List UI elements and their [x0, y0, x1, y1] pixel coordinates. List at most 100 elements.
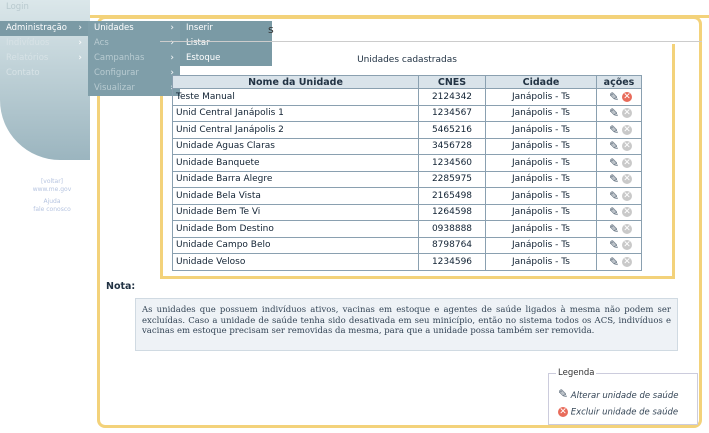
table-cell: Janápolis - Ts: [485, 203, 597, 221]
table-cell: ✎ ✕: [596, 170, 642, 188]
table-row: Unidade Bom Destino 0938888 Janápolis - Ts…: [172, 220, 642, 238]
table-cell: Unid Central Janápolis 1: [172, 104, 419, 122]
table-cell: ✎ ✕: [596, 104, 642, 122]
table-cell: Janápolis - Ts: [485, 187, 597, 205]
column-header: Nome da Unidade: [172, 75, 419, 89]
table-cell: ✎ ✕: [596, 236, 642, 254]
table-body: Teste Manual 2124342 Janápolis - Ts ✎ ✕ Unid …: [172, 88, 642, 271]
edit-icon[interactable]: ✎: [608, 223, 620, 235]
table-cell: Unidade Aguas Claras: [172, 137, 419, 155]
legend-delete-label: Excluir unidade de saúde: [570, 407, 679, 418]
submenu-item-campanhas[interactable]: Campanhas ›: [88, 51, 180, 66]
table-row: Unidade Veloso 1234596 Janápolis - Ts ✎ ✕: [172, 253, 642, 271]
table-cell: 8798764: [418, 236, 486, 254]
table-cell: Janápolis - Ts: [485, 137, 597, 155]
table-cell: Janápolis - Ts: [485, 236, 597, 254]
submenu-administracao: Unidades › Acs › Campanhas › Configurar › Vi…: [88, 21, 180, 96]
legend-edit: ✎ Alterar unidade de saúde: [558, 388, 678, 401]
menu-item-relatorios[interactable]: Relatórios ›: [0, 51, 88, 66]
edit-icon[interactable]: ✎: [608, 256, 620, 268]
page-title: s: [268, 23, 274, 36]
table-cell: Janápolis - Ts: [485, 121, 597, 139]
edit-icon[interactable]: ✎: [608, 173, 620, 185]
delete-disabled-icon: ✕: [622, 157, 632, 168]
menu-item-label: Inserir: [186, 23, 213, 33]
table-cell: 0938888: [418, 220, 486, 238]
table-row: Unidade Campo Belo 8798764 Janápolis - Ts ✎…: [172, 236, 642, 254]
delete-disabled-icon: ✕: [622, 256, 632, 267]
table-cell: 1234567: [418, 104, 486, 122]
edit-icon[interactable]: ✎: [608, 140, 620, 152]
table-cell: Janápolis - Ts: [485, 253, 597, 271]
edit-icon[interactable]: ✎: [608, 91, 620, 103]
delete-disabled-icon: ✕: [622, 190, 632, 201]
chevron-right-icon: ›: [170, 38, 174, 48]
menu-item-label: Visualizar: [94, 83, 135, 93]
submenu-item-acs[interactable]: Acs ›: [88, 36, 180, 51]
edit-icon[interactable]: ✎: [608, 206, 620, 218]
sidebar-link[interactable]: [voltar]: [22, 178, 82, 186]
submenu-item-inserir[interactable]: Inserir: [180, 21, 272, 36]
sidebar-link[interactable]: www.me.gov: [22, 186, 82, 194]
edit-icon[interactable]: ✎: [608, 190, 620, 202]
table-cell: Janápolis - Ts: [485, 88, 597, 106]
table-cell: Unidade Bela Vista: [172, 187, 419, 205]
menu-item-login[interactable]: Login: [0, 0, 88, 15]
table-cell: 2285975: [418, 170, 486, 188]
note-label: Nota:: [106, 281, 136, 292]
menu-item-contato[interactable]: Contato: [0, 66, 88, 81]
edit-icon[interactable]: ✎: [608, 107, 620, 119]
column-header: ações: [596, 75, 642, 89]
table-row: Unidade Barra Alegre 2285975 Janápolis - T…: [172, 170, 642, 188]
table-cell: 1234596: [418, 253, 486, 271]
submenu-item-visualizar[interactable]: Visualizar›: [88, 81, 180, 96]
legend-title: Legenda: [556, 368, 597, 378]
delete-icon: ✕: [558, 407, 568, 417]
delete-disabled-icon: ✕: [622, 141, 632, 152]
table-cell: ✎ ✕: [596, 137, 642, 155]
table-row: Unidade Bem Te Vi 1264598 Janápolis - Ts ✎ ✕: [172, 203, 642, 221]
submenu-item-unidades[interactable]: Unidades ›: [88, 21, 180, 36]
edit-icon[interactable]: ✎: [608, 157, 620, 169]
sidebar-link[interactable]: fale conosco: [22, 206, 82, 214]
table-cell: ✎ ✕: [596, 154, 642, 172]
table-row: Unid Central Janápolis 1 1234567 Janápolis…: [172, 104, 642, 122]
menu-item-administracao[interactable]: Administração ›: [0, 21, 88, 36]
menu-item-label: Configurar: [94, 68, 139, 78]
menu-item-individuos[interactable]: Indivíduos ›: [0, 36, 88, 51]
sidebar-link[interactable]: Ajuda: [22, 198, 82, 206]
delete-disabled-icon: ✕: [622, 174, 632, 185]
table-row: Unidade Aguas Claras 3456728 Janápolis - T…: [172, 137, 642, 155]
chevron-right-icon: ›: [78, 23, 82, 33]
table-cell: Unidade Banquete: [172, 154, 419, 172]
table-cell: ✎ ✕: [596, 187, 642, 205]
table-cell: 2165498: [418, 187, 486, 205]
delete-disabled-icon: ✕: [622, 108, 632, 119]
table-cell: Unidade Veloso: [172, 253, 419, 271]
submenu-item-configurar[interactable]: Configurar ›: [88, 66, 180, 81]
menu-item-label: Administração: [6, 23, 67, 33]
legend-edit-label: Alterar unidade de saúde: [570, 391, 679, 401]
delete-disabled-icon: ✕: [622, 124, 632, 135]
table-cell: Janápolis - Ts: [485, 154, 597, 172]
edit-icon[interactable]: ✎: [608, 124, 620, 136]
table-cell: Unidade Campo Belo: [172, 236, 419, 254]
table-cell: Unidade Barra Alegre: [172, 170, 419, 188]
edit-icon[interactable]: ✎: [608, 239, 620, 251]
menu-item-label: Unidades: [94, 23, 134, 33]
column-header: CNES: [418, 75, 486, 89]
submenu-item-listar[interactable]: Listar: [180, 36, 272, 51]
divider: [160, 41, 702, 42]
menu-item-label: Relatórios: [6, 53, 49, 63]
table-row: Unidade Bela Vista 2165498 Janápolis - Ts ✎…: [172, 187, 642, 205]
table-row: Unid Central Janápolis 2 5465216 Janápolis…: [172, 121, 642, 139]
delete-disabled-icon: ✕: [622, 207, 632, 218]
legend-delete: ✕ Excluir unidade de saúde: [558, 407, 678, 418]
table-cell: Janápolis - Ts: [485, 170, 597, 188]
delete-icon[interactable]: ✕: [622, 91, 632, 102]
table-cell: Unid Central Janápolis 2: [172, 121, 419, 139]
table-cell: 5465216: [418, 121, 486, 139]
note-text: As unidades que possuem indivíduos ativo…: [135, 298, 678, 351]
table-cell: ✎ ✕: [596, 121, 642, 139]
table-cell: ✎ ✕: [596, 253, 642, 271]
